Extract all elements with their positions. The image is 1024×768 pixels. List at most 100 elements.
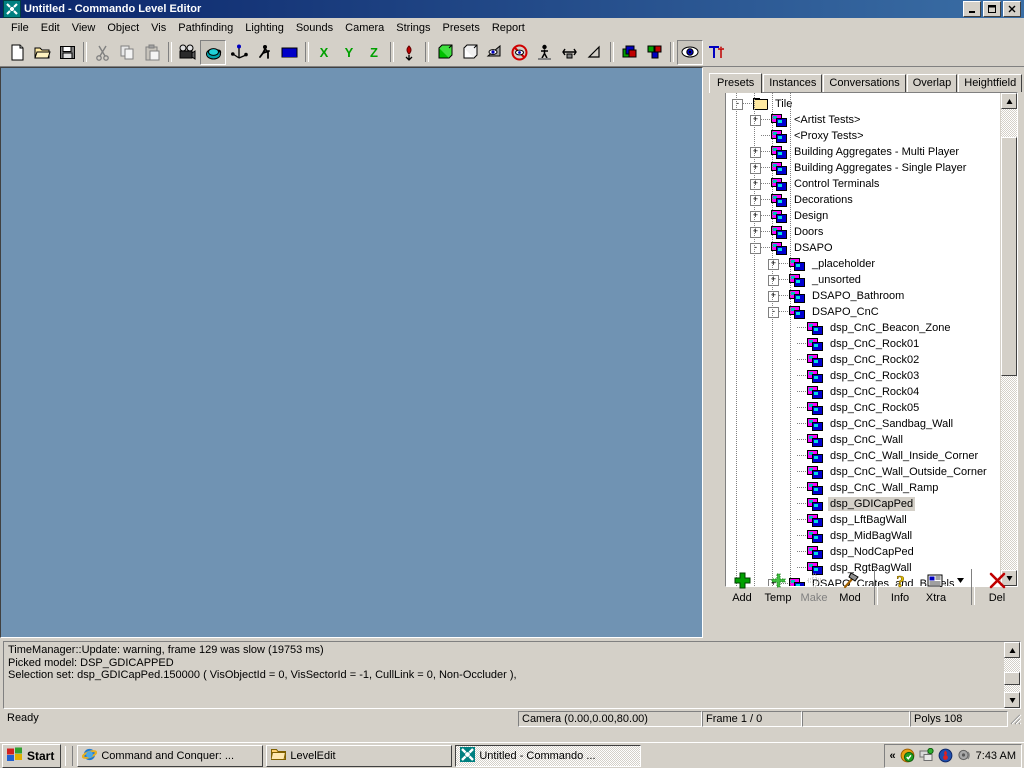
tree-node[interactable]: dsp_MidBagWall	[726, 528, 1000, 544]
resize-grip[interactable]	[1008, 712, 1022, 726]
temp-preset-button[interactable]: Temp	[761, 569, 795, 604]
cut-icon[interactable]	[90, 41, 114, 64]
menu-pathfinding[interactable]: Pathfinding	[172, 20, 239, 36]
copy-icon[interactable]	[115, 41, 139, 64]
tree-node[interactable]: dsp_CnC_Rock03	[726, 368, 1000, 384]
text-tool-icon[interactable]	[704, 41, 728, 64]
vis-white-box-icon[interactable]	[457, 41, 481, 64]
menu-object[interactable]: Object	[101, 20, 145, 36]
log-scrollbar[interactable]	[1003, 642, 1020, 708]
tree-node[interactable]: +Decorations	[726, 192, 1000, 208]
pathfind-view-icon[interactable]	[557, 41, 581, 64]
tab-heightfield[interactable]: Heightfield	[958, 74, 1022, 92]
xtra-preset-button[interactable]: Xtra	[919, 569, 953, 604]
tab-instances[interactable]: Instances	[763, 74, 822, 92]
tree-node[interactable]: dsp_LftBagWall	[726, 512, 1000, 528]
tree-node[interactable]: dsp_CnC_Sandbag_Wall	[726, 416, 1000, 432]
tree-node[interactable]: -Tile	[726, 96, 1000, 112]
start-button[interactable]: Start	[2, 744, 61, 768]
tree-node[interactable]: +Control Terminals	[726, 176, 1000, 192]
make-preset-button[interactable]: Make	[797, 569, 831, 604]
tree-node[interactable]: dsp_CnC_Wall	[726, 432, 1000, 448]
tree-node[interactable]: +_unsorted	[726, 272, 1000, 288]
log-scroll-down-button[interactable]	[1004, 692, 1020, 708]
menu-edit[interactable]: Edit	[35, 20, 66, 36]
tree-node[interactable]: dsp_NodCapPed	[726, 544, 1000, 560]
taskbar-grip[interactable]	[65, 746, 73, 766]
tree-node[interactable]: +Building Aggregates - Single Player	[726, 160, 1000, 176]
tree-node[interactable]: +_placeholder	[726, 256, 1000, 272]
3d-viewport[interactable]	[0, 67, 703, 638]
paste-icon[interactable]	[140, 41, 164, 64]
tree-node[interactable]: dsp_CnC_Rock02	[726, 352, 1000, 368]
scroll-up-button[interactable]	[1001, 93, 1017, 109]
log-scroll-track[interactable]	[1004, 658, 1020, 692]
ramp-icon[interactable]	[582, 41, 606, 64]
tree-node[interactable]: <Proxy Tests>	[726, 128, 1000, 144]
antivirus-icon[interactable]	[938, 748, 953, 763]
tree-node[interactable]: dsp_CnC_Wall_Inside_Corner	[726, 448, 1000, 464]
lighting-solve-icon[interactable]	[617, 41, 641, 64]
z-axis-label[interactable]: Z	[362, 41, 386, 64]
y-axis-label[interactable]: Y	[337, 41, 361, 64]
new-file-icon[interactable]	[5, 41, 29, 64]
menu-report[interactable]: Report	[486, 20, 531, 36]
walk-mode-icon[interactable]	[252, 41, 276, 64]
taskbar-button-commando[interactable]: Untitled - Commando ...	[455, 745, 641, 767]
tree-node[interactable]: +Doors	[726, 224, 1000, 240]
maximize-button[interactable]	[983, 1, 1001, 17]
log-scroll-up-button[interactable]	[1004, 642, 1020, 658]
menu-file[interactable]: File	[5, 20, 35, 36]
network-icon[interactable]	[919, 748, 934, 763]
vis-eye-icon[interactable]	[482, 41, 506, 64]
tree-node[interactable]: +DSAPO_Bathroom	[726, 288, 1000, 304]
preset-tree[interactable]: -Tile+<Artist Tests><Proxy Tests>+Buildi…	[726, 93, 1000, 586]
tree-node[interactable]: dsp_GDICapPed	[726, 496, 1000, 512]
tree-node[interactable]: -DSAPO_CnC	[726, 304, 1000, 320]
menu-view[interactable]: View	[66, 20, 102, 36]
menu-sounds[interactable]: Sounds	[290, 20, 339, 36]
camera-icon[interactable]	[175, 41, 199, 64]
volume-icon[interactable]	[957, 748, 972, 763]
menu-vis[interactable]: Vis	[145, 20, 172, 36]
menu-presets[interactable]: Presets	[437, 20, 486, 36]
mod-preset-button[interactable]: Mod	[833, 569, 867, 604]
tree-node[interactable]: +Design	[726, 208, 1000, 224]
open-file-icon[interactable]	[30, 41, 54, 64]
object-select-icon[interactable]	[200, 40, 226, 65]
delete-preset-button[interactable]: Del	[980, 569, 1014, 604]
log-scroll-thumb[interactable]	[1004, 672, 1020, 685]
tray-expand-button[interactable]: «	[890, 750, 896, 762]
scroll-thumb[interactable]	[1001, 137, 1017, 377]
scroll-track[interactable]	[1001, 109, 1017, 570]
taskbar-button-ie[interactable]: Command and Conquer: ...	[77, 745, 263, 767]
tree-node[interactable]: dsp_CnC_Wall_Ramp	[726, 480, 1000, 496]
tray-clock[interactable]: 7:43 AM	[976, 750, 1016, 762]
output-log-text[interactable]: TimeManager::Update: warning, frame 129 …	[4, 642, 1003, 708]
vis-disabled-icon[interactable]	[507, 41, 531, 64]
close-button[interactable]	[1003, 1, 1021, 17]
xtra-dropdown-arrow[interactable]	[955, 569, 966, 591]
tab-overlap[interactable]: Overlap	[907, 74, 958, 92]
rotate-axis-icon[interactable]	[227, 41, 251, 64]
save-file-icon[interactable]	[55, 41, 79, 64]
menu-strings[interactable]: Strings	[390, 20, 436, 36]
tab-conversations[interactable]: Conversations	[823, 74, 905, 92]
preset-tree-scrollbar[interactable]	[1000, 93, 1017, 586]
tree-node[interactable]: +Building Aggregates - Multi Player	[726, 144, 1000, 160]
terrain-icon[interactable]	[277, 41, 301, 64]
menu-camera[interactable]: Camera	[339, 20, 390, 36]
tree-node[interactable]: +<Artist Tests>	[726, 112, 1000, 128]
drop-to-ground-icon[interactable]	[397, 41, 421, 64]
eye-visible-icon[interactable]	[677, 40, 703, 65]
add-preset-button[interactable]: Add	[725, 569, 759, 604]
tab-presets[interactable]: Presets	[709, 73, 762, 93]
tree-node[interactable]: dsp_CnC_Rock04	[726, 384, 1000, 400]
tree-node[interactable]: -DSAPO	[726, 240, 1000, 256]
tree-node[interactable]: dsp_CnC_Wall_Outside_Corner	[726, 464, 1000, 480]
vis-green-box-icon[interactable]	[432, 41, 456, 64]
taskbar-button-leveledit[interactable]: LevelEdit	[266, 745, 452, 767]
menu-lighting[interactable]: Lighting	[239, 20, 290, 36]
minimize-button[interactable]	[963, 1, 981, 17]
pathfind-generate-icon[interactable]	[532, 41, 556, 64]
